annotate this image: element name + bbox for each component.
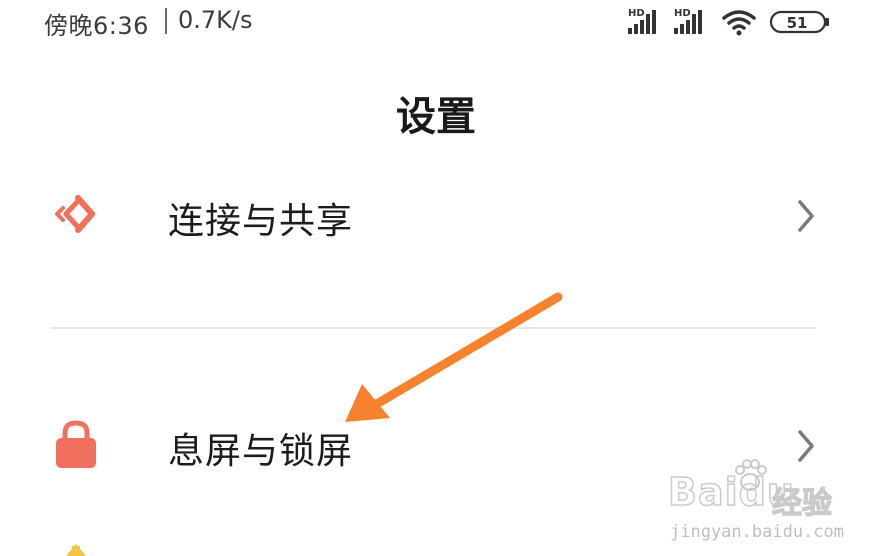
lock-icon — [56, 420, 96, 468]
connection-share-icon — [55, 195, 95, 233]
network-speed: 0.7K/s — [178, 6, 253, 34]
settings-item-connection-share[interactable]: 连接与共享 — [0, 160, 872, 270]
settings-item-label: 息屏与锁屏 — [168, 431, 354, 472]
status-time: 傍晚6:36 — [44, 12, 149, 40]
battery-level: 51 — [787, 14, 808, 32]
hd-signal-icon: HD — [628, 8, 656, 34]
hd-label-1: HD — [628, 8, 645, 19]
watermark-jingyan: 经验 — [771, 485, 832, 521]
chevron-right-icon — [798, 200, 814, 232]
partial-settings-icon — [66, 544, 86, 556]
settings-item-label: 连接与共享 — [168, 201, 354, 242]
battery-icon: 51 — [769, 10, 829, 34]
status-icons: HD HD 51 — [628, 8, 829, 36]
watermark-url: jingyan.baidu.com — [670, 522, 844, 542]
wifi-icon — [722, 10, 756, 36]
watermark: Baidu 经验 jingyan.baidu.com — [667, 456, 868, 552]
divider — [50, 327, 816, 329]
hd-signal-icon: HD — [674, 8, 702, 34]
page-title: 设置 — [396, 94, 476, 140]
status-bar: 傍晚6:36 0.7K/s HD HD 51 — [0, 0, 872, 44]
paw-icon — [735, 459, 767, 491]
status-separator — [165, 8, 167, 34]
hd-label-2: HD — [674, 8, 691, 19]
